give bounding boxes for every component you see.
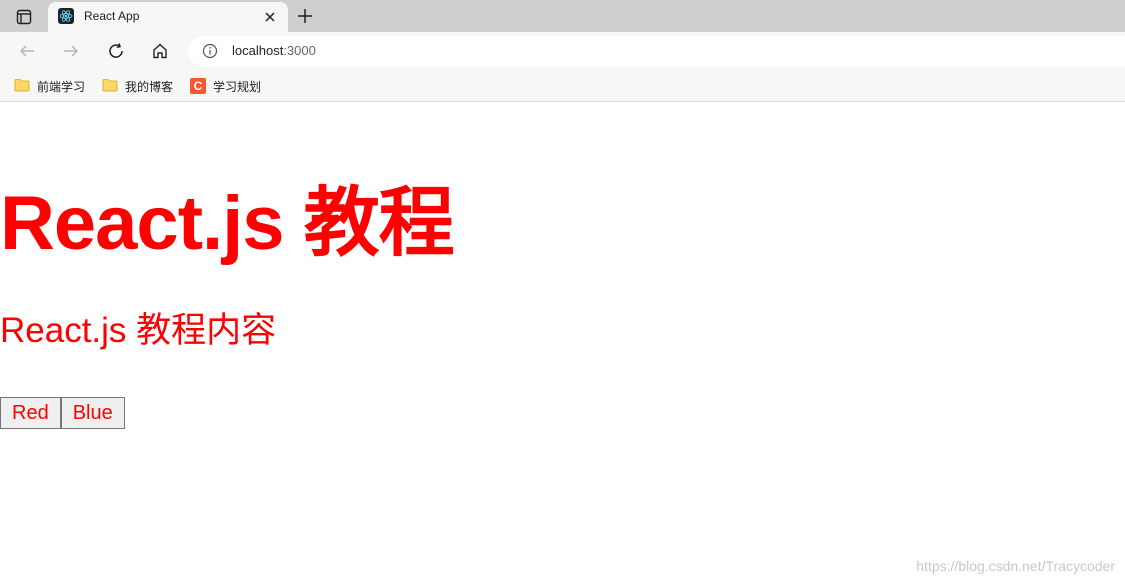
info-icon[interactable]	[202, 43, 218, 59]
address-bar[interactable]: localhost:3000	[188, 36, 1125, 66]
home-icon[interactable]	[149, 40, 171, 62]
react-logo-icon	[58, 8, 74, 24]
csdn-icon: C	[190, 78, 206, 94]
page-subtitle: React.js 教程内容	[0, 311, 277, 350]
tab-strip: React App	[0, 0, 1125, 32]
page-title: React.js 教程	[0, 181, 455, 266]
folder-icon	[14, 78, 30, 95]
blue-button[interactable]: Blue	[60, 397, 125, 429]
close-icon[interactable]	[262, 9, 278, 25]
url-text: localhost:3000	[232, 43, 316, 58]
red-button[interactable]: Red	[0, 397, 61, 429]
bookmarks-bar: 前端学习 我的博客 C 学习规划	[0, 70, 1125, 102]
folder-icon	[102, 78, 118, 95]
browser-toolbar: localhost:3000	[0, 32, 1125, 70]
watermark: https://blog.csdn.net/Tracycoder	[916, 558, 1115, 574]
back-arrow-icon[interactable]	[16, 40, 38, 62]
forward-arrow-icon[interactable]	[60, 40, 82, 62]
browser-tab[interactable]: React App	[48, 2, 288, 32]
color-buttons: Red Blue	[0, 397, 125, 429]
tab-title: React App	[84, 9, 140, 23]
reload-icon[interactable]	[105, 40, 127, 62]
bookmark-frontend[interactable]: 前端学习	[14, 76, 85, 96]
tab-actions-icon[interactable]	[10, 7, 38, 27]
bookmark-plan[interactable]: C 学习规划	[190, 76, 261, 96]
page-content: React.js 教程 React.js 教程内容 Red Blue https…	[0, 103, 1125, 582]
new-tab-icon[interactable]	[295, 6, 315, 26]
bookmark-blog[interactable]: 我的博客	[102, 76, 173, 96]
